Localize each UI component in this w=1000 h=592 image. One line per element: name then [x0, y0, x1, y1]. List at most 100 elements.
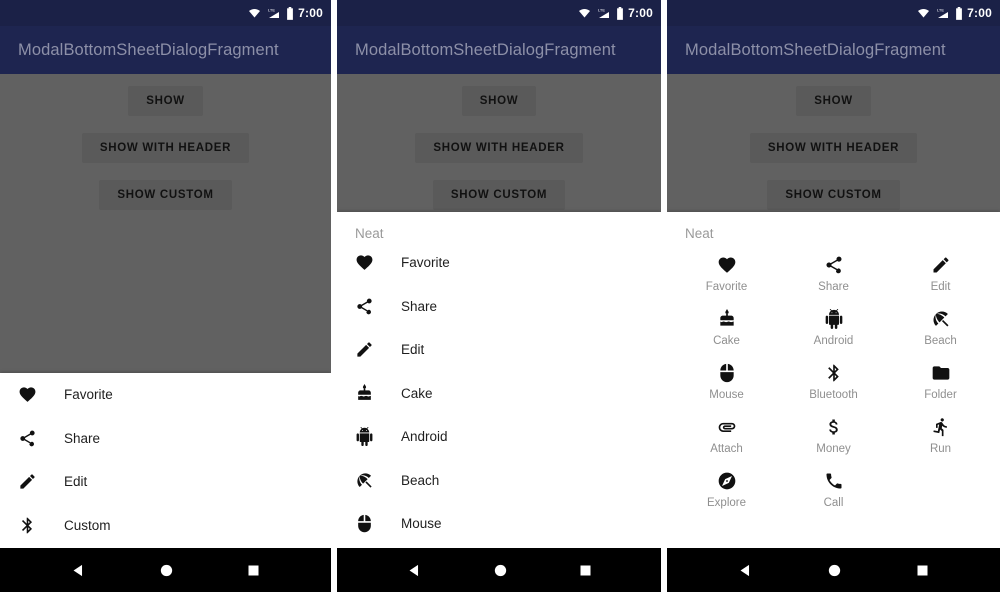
recents-icon[interactable] — [915, 563, 930, 578]
share-icon — [18, 429, 44, 448]
show-with-header-button[interactable]: SHOW WITH HEADER — [749, 133, 918, 163]
beach-umbrella-icon — [355, 471, 381, 490]
list-item-label: Edit — [401, 342, 425, 358]
wifi-icon — [247, 7, 262, 19]
list-item[interactable]: Android — [337, 415, 661, 459]
wifi-icon — [916, 7, 931, 19]
app-bar: ModalBottomSheetDialogFragment — [667, 26, 1000, 74]
heart-icon — [355, 253, 381, 272]
show-with-header-button[interactable]: SHOW WITH HEADER — [81, 133, 250, 163]
grid-item[interactable]: Explore — [673, 469, 780, 509]
grid-item[interactable]: Cake — [673, 307, 780, 347]
list-item-label: Share — [64, 430, 101, 446]
home-icon[interactable] — [826, 562, 843, 579]
navigation-bar — [337, 548, 661, 592]
back-icon[interactable] — [406, 562, 423, 579]
battery-icon — [955, 6, 963, 20]
pencil-icon — [18, 472, 44, 491]
grid-item[interactable]: Run — [887, 415, 994, 455]
grid-item[interactable]: Edit — [887, 253, 994, 293]
list-item[interactable]: Custom — [0, 504, 331, 548]
grid-item-label: Money — [816, 443, 851, 455]
list-item-label: Cake — [401, 385, 433, 401]
show-button[interactable]: SHOW — [128, 86, 203, 116]
list-item[interactable]: Share — [337, 285, 661, 329]
lte-signal-icon: LTE — [935, 7, 951, 19]
status-bar: LTE 7:00 — [337, 0, 661, 26]
battery-icon — [286, 6, 294, 20]
bluetooth-icon — [18, 516, 44, 535]
status-bar-time: 7:00 — [628, 6, 653, 20]
grid-item[interactable]: Beach — [887, 307, 994, 347]
app-bar-title: ModalBottomSheetDialogFragment — [355, 40, 616, 59]
grid-item[interactable]: Mouse — [673, 361, 780, 401]
grid-item-label: Folder — [924, 389, 957, 401]
grid-item[interactable]: Android — [780, 307, 887, 347]
show-button[interactable]: SHOW — [461, 86, 537, 116]
grid-item[interactable]: Share — [780, 253, 887, 293]
heart-icon — [717, 253, 737, 277]
grid-item[interactable]: Favorite — [673, 253, 780, 293]
list-item[interactable]: Share — [0, 417, 331, 461]
show-custom-button[interactable]: SHOW CUSTOM — [99, 180, 232, 210]
grid-item[interactable]: Call — [780, 469, 887, 509]
screenshot-panels: LTE 7:00 ModalBottomSheetDialogFragment … — [0, 0, 1000, 592]
android-icon — [355, 427, 381, 447]
heart-icon — [18, 385, 44, 404]
recents-icon[interactable] — [246, 563, 261, 578]
grid-item-label: Favorite — [705, 281, 748, 293]
list-item[interactable]: Mouse — [337, 502, 661, 546]
list-item-label: Custom — [64, 517, 111, 533]
recents-icon[interactable] — [578, 563, 593, 578]
grid-item-label: Attach — [710, 443, 743, 455]
status-bar: LTE 7:00 — [0, 0, 331, 26]
lte-signal-icon: LTE — [596, 7, 612, 19]
home-icon[interactable] — [158, 562, 175, 579]
grid-item[interactable]: Money — [780, 415, 887, 455]
show-button[interactable]: SHOW — [796, 86, 871, 116]
grid-item-label: Share — [818, 281, 849, 293]
pencil-icon — [355, 340, 381, 359]
grid-item[interactable]: Attach — [673, 415, 780, 455]
show-with-header-button[interactable]: SHOW WITH HEADER — [415, 133, 583, 163]
call-icon — [824, 469, 844, 493]
show-custom-button[interactable]: SHOW CUSTOM — [767, 180, 900, 210]
bottom-sheet-2: Neat Favorite Share Edit Cake Android Be… — [337, 212, 661, 548]
battery-icon — [616, 6, 624, 20]
svg-text:LTE: LTE — [937, 8, 944, 13]
icon-grid: Favorite Share Edit Cake Android Beach M… — [667, 241, 1000, 509]
phone-screen-2: LTE 7:00 ModalBottomSheetDialogFragment … — [337, 0, 661, 592]
home-icon[interactable] — [492, 562, 509, 579]
list-item-label: Beach — [401, 472, 440, 488]
status-bar-time: 7:00 — [298, 6, 323, 20]
list-item-label: Android — [401, 429, 448, 445]
back-icon[interactable] — [737, 562, 754, 579]
grid-item-label: Call — [823, 497, 844, 509]
list-item[interactable]: Cake — [337, 372, 661, 416]
list-item[interactable]: Edit — [0, 460, 331, 504]
list-item[interactable]: Favorite — [0, 373, 331, 417]
back-icon[interactable] — [70, 562, 87, 579]
android-icon — [824, 307, 844, 331]
grid-item-label: Mouse — [709, 389, 744, 401]
svg-text:LTE: LTE — [268, 8, 275, 13]
grid-item[interactable]: Bluetooth — [780, 361, 887, 401]
share-icon — [355, 297, 381, 316]
cake-icon — [355, 383, 381, 403]
app-bar-title: ModalBottomSheetDialogFragment — [685, 40, 946, 59]
sheet-header: Neat — [355, 226, 384, 241]
phone-screen-1: LTE 7:00 ModalBottomSheetDialogFragment … — [0, 0, 331, 592]
show-custom-button[interactable]: SHOW CUSTOM — [432, 180, 566, 210]
attach-icon — [717, 415, 737, 439]
navigation-bar — [0, 548, 331, 592]
grid-item[interactable]: Folder — [887, 361, 994, 401]
grid-item-label: Beach — [924, 335, 957, 347]
app-bar: ModalBottomSheetDialogFragment — [337, 26, 661, 74]
list-item[interactable]: Beach — [337, 459, 661, 503]
app-bar-title: ModalBottomSheetDialogFragment — [18, 40, 279, 59]
navigation-bar — [667, 548, 1000, 592]
wifi-icon — [577, 7, 592, 19]
list-item[interactable]: Edit — [337, 328, 661, 372]
cake-icon — [717, 307, 737, 331]
list-item[interactable]: Favorite — [337, 241, 661, 285]
